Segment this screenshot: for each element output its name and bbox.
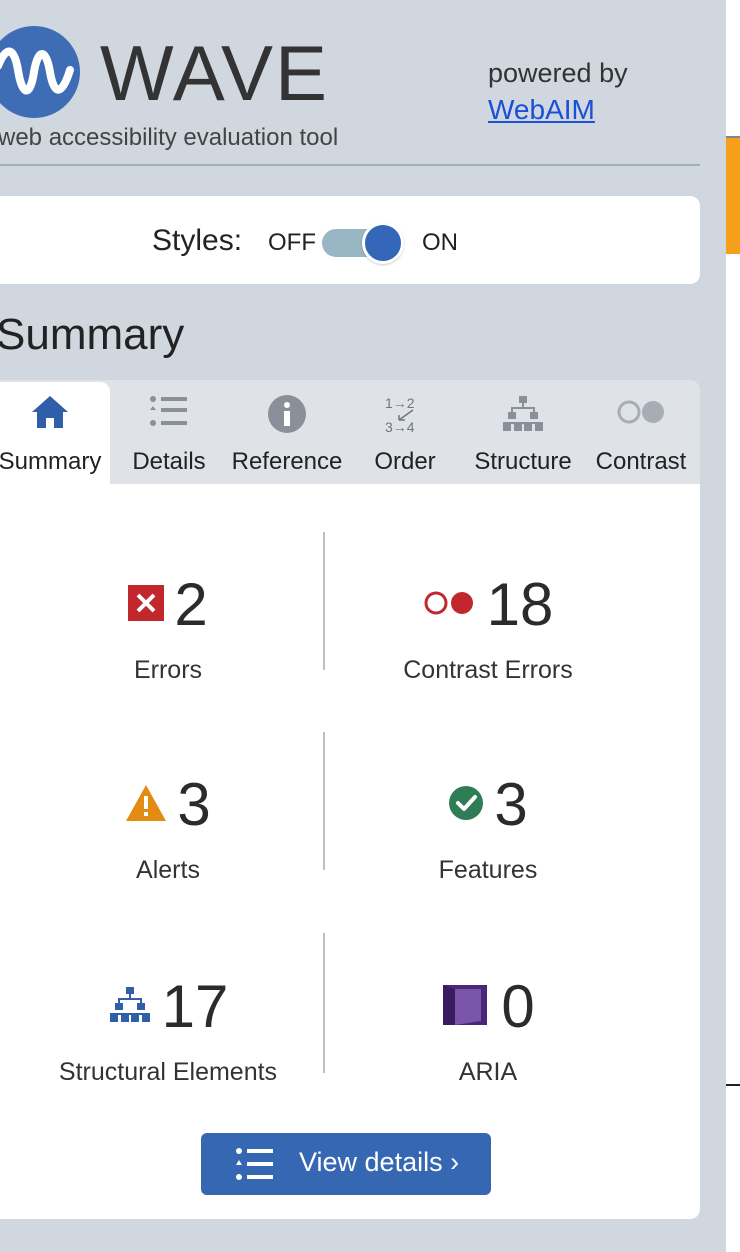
stat-features[interactable]: 3 Features — [328, 770, 648, 910]
page-edge-tick — [726, 1084, 740, 1086]
tab-structure[interactable]: Structure — [464, 382, 582, 484]
aria-label: ARIA — [458, 1058, 518, 1086]
view-details-label: View details › — [299, 1147, 460, 1177]
errors-label: Errors — [133, 656, 203, 684]
tab-label: Reference — [231, 448, 343, 475]
structural-count: 17 — [161, 973, 229, 1040]
tab-details[interactable]: Details — [112, 382, 226, 484]
tab-label: Structure — [474, 448, 572, 475]
svg-text:3→4: 3→4 — [385, 419, 415, 434]
errors-count: 2 — [174, 571, 208, 638]
info-icon — [267, 394, 307, 439]
tab-order[interactable]: 1→2 3→4 Order — [348, 382, 462, 484]
contrast-errors-label: Contrast Errors — [403, 656, 573, 684]
svg-text:1→2: 1→2 — [385, 395, 415, 411]
contrast-icon — [615, 394, 667, 435]
styles-toggle-switch[interactable] — [322, 222, 410, 264]
structural-label: Structural Elements — [58, 1058, 278, 1086]
view-details-button[interactable]: View details › — [201, 1133, 491, 1195]
tab-label: Order — [374, 448, 436, 475]
features-count: 3 — [494, 771, 528, 838]
structure-icon — [108, 985, 152, 1030]
page-edge-line — [726, 136, 740, 138]
wave-logo-icon — [0, 26, 80, 118]
stat-alerts[interactable]: 3 Alerts — [8, 770, 328, 910]
stat-contrast-errors[interactable]: 18 Contrast Errors — [328, 570, 648, 710]
styles-label: Styles: — [152, 224, 243, 257]
header-divider — [0, 164, 700, 166]
tab-reference[interactable]: Reference — [228, 382, 346, 484]
tab-label: Summary — [0, 448, 102, 475]
features-label: Features — [438, 856, 538, 884]
webaim-link[interactable]: WebAIM — [488, 94, 595, 126]
brand-title: WAVE — [100, 29, 330, 117]
feature-icon — [448, 785, 484, 826]
stat-structural-elements[interactable]: 17 Structural Elements — [8, 972, 328, 1112]
contrast-error-icon — [423, 588, 477, 623]
wave-sidebar-panel: WAVE web accessibility evaluation tool p… — [0, 0, 726, 1252]
styles-off-label: OFF — [268, 229, 316, 256]
list-icon — [149, 394, 189, 435]
page-accent-bar — [726, 136, 740, 254]
summary-heading: Summary — [0, 310, 185, 359]
tab-summary[interactable]: Summary — [0, 382, 110, 484]
structure-icon — [501, 394, 545, 439]
brand-tagline: web accessibility evaluation tool — [0, 124, 339, 151]
toggle-knob — [362, 222, 404, 264]
stat-errors[interactable]: 2 Errors — [8, 570, 328, 710]
aria-icon — [441, 981, 491, 1034]
home-icon — [30, 394, 70, 435]
tab-contrast[interactable]: Contrast — [584, 382, 698, 484]
styles-on-label: ON — [422, 229, 458, 256]
tab-label: Contrast — [595, 448, 687, 475]
contrast-errors-count: 18 — [486, 571, 554, 638]
list-icon — [235, 1147, 275, 1188]
tab-label: Details — [132, 448, 206, 475]
order-icon: 1→2 3→4 — [383, 394, 427, 439]
powered-by-text: powered by — [488, 58, 628, 88]
stat-aria[interactable]: 0 ARIA — [328, 972, 648, 1112]
error-icon — [128, 584, 165, 626]
aria-count: 0 — [501, 973, 535, 1040]
alerts-count: 3 — [177, 771, 211, 838]
alert-icon — [125, 784, 167, 827]
alerts-label: Alerts — [136, 856, 200, 884]
